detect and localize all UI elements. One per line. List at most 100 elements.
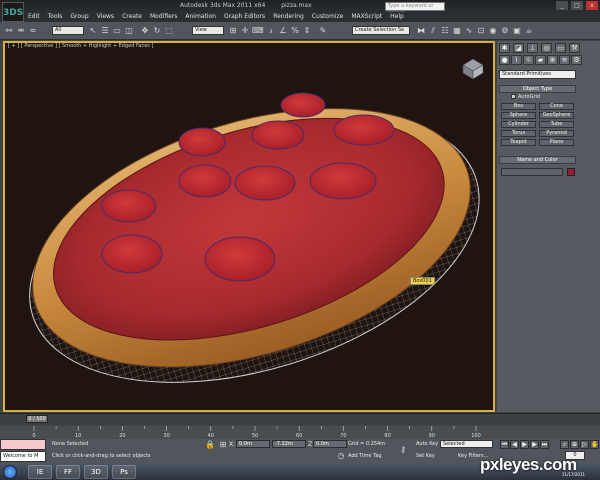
display-tab-icon[interactable]: ▭: [555, 43, 566, 53]
zoom-all-icon[interactable]: ⊕: [570, 440, 579, 449]
y-coordinate-field[interactable]: -7.22m: [272, 440, 306, 448]
percent-snap-icon[interactable]: %: [290, 25, 300, 36]
add-time-tag[interactable]: Add Time Tag: [348, 453, 382, 459]
app-logo-button[interactable]: 3DS: [2, 2, 24, 22]
play-icon[interactable]: ▶: [520, 440, 529, 449]
prev-frame-icon[interactable]: ◀: [510, 440, 519, 449]
search-input[interactable]: Type a keyword or phrase: [385, 2, 445, 16]
perspective-viewport[interactable]: [ + ] [ Perspective ] [ Smooth + Highlig…: [3, 41, 495, 412]
link-icon[interactable]: ⚯: [4, 25, 14, 36]
taskbar-3dsmax-icon[interactable]: 3D: [84, 465, 108, 479]
menu-views[interactable]: Views: [97, 13, 114, 20]
rotate-icon[interactable]: ↻: [152, 25, 162, 36]
cameras-icon[interactable]: ▰: [535, 55, 546, 65]
hierarchy-tab-icon[interactable]: ⊥: [527, 43, 538, 53]
maxscript-listener[interactable]: Welcome to M: [0, 451, 46, 462]
manipulate-icon[interactable]: ✛: [240, 25, 250, 36]
object-color-swatch[interactable]: [567, 168, 575, 176]
minimize-button[interactable]: _: [556, 1, 568, 10]
x-coordinate-field[interactable]: 0.0m: [236, 440, 270, 448]
window-crossing-icon[interactable]: ◫: [124, 25, 134, 36]
menu-graph-editors[interactable]: Graph Editors: [224, 13, 265, 20]
angle-snap-icon[interactable]: ∠: [278, 25, 288, 36]
primitive-category-dropdown[interactable]: Standard Primitives: [499, 70, 576, 79]
goto-end-icon[interactable]: ⏭: [540, 440, 549, 449]
render-setup-icon[interactable]: ⚙: [500, 25, 510, 36]
cylinder-button[interactable]: Cylinder: [501, 121, 536, 128]
z-coordinate-field[interactable]: 0.0m: [313, 440, 347, 448]
set-key-button[interactable]: Set Key: [416, 453, 435, 459]
plane-button[interactable]: Plane: [539, 139, 574, 146]
systems-icon[interactable]: ⚙: [571, 55, 582, 65]
tube-button[interactable]: Tube: [539, 121, 574, 128]
menu-tools[interactable]: Tools: [48, 13, 63, 20]
modify-tab-icon[interactable]: ◪: [513, 43, 524, 53]
field-of-view-icon[interactable]: ▷: [580, 440, 589, 449]
menu-help[interactable]: Help: [390, 13, 404, 20]
lights-icon[interactable]: ☼: [523, 55, 534, 65]
rendered-frame-icon[interactable]: ▣: [512, 25, 522, 36]
time-slider[interactable]: 0 / 100: [26, 415, 48, 423]
key-mode-dropdown[interactable]: Selected: [440, 440, 493, 448]
menu-edit[interactable]: Edit: [28, 13, 40, 20]
object-type-rollout[interactable]: Object Type: [499, 85, 576, 93]
teapot-button[interactable]: Teapot: [501, 139, 536, 146]
align-icon[interactable]: ⫽: [428, 25, 438, 36]
maximize-button[interactable]: □: [571, 1, 583, 10]
goto-start-icon[interactable]: ⏮: [500, 440, 509, 449]
box-button[interactable]: Box: [501, 103, 536, 110]
utilities-tab-icon[interactable]: ⚒: [569, 43, 580, 53]
material-editor-icon[interactable]: ◉: [488, 25, 498, 36]
key-icon[interactable]: ⚷: [398, 444, 408, 455]
orbit-icon[interactable]: ✋: [590, 440, 599, 449]
start-button[interactable]: [3, 465, 17, 479]
geometry-icon[interactable]: ●: [499, 55, 510, 65]
time-tag-icon[interactable]: ◷: [336, 450, 346, 461]
named-selection-dropdown[interactable]: Create Selection Se: [352, 26, 410, 35]
autogrid-checkbox[interactable]: AutoGrid: [511, 94, 540, 100]
torus-button[interactable]: Torus: [501, 130, 536, 137]
taskbar-firefox-icon[interactable]: FF: [56, 465, 80, 479]
close-button[interactable]: x: [586, 1, 598, 10]
reference-coordinate-dropdown[interactable]: View: [192, 26, 224, 35]
menu-maxscript[interactable]: MAXScript: [351, 13, 382, 20]
menu-group[interactable]: Group: [70, 13, 88, 20]
auto-key-button[interactable]: Auto Key: [416, 441, 438, 447]
track-bar[interactable]: 0 10 20 30 40 50 60 70 80 90 100: [0, 426, 600, 439]
menu-customize[interactable]: Customize: [312, 13, 344, 20]
object-name-field[interactable]: [501, 168, 563, 176]
spacewarps-icon[interactable]: ≋: [559, 55, 570, 65]
sphere-button[interactable]: Sphere: [501, 112, 536, 119]
selection-filter-dropdown[interactable]: All: [52, 26, 84, 35]
edit-named-selection-icon[interactable]: ✎: [318, 25, 328, 36]
unlink-icon[interactable]: ⚮: [16, 25, 26, 36]
schematic-view-icon[interactable]: ⊡: [476, 25, 486, 36]
layer-manager-icon[interactable]: ☷: [440, 25, 450, 36]
pivot-icon[interactable]: ⊞: [228, 25, 238, 36]
menu-modifiers[interactable]: Modifiers: [150, 13, 177, 20]
taskbar-ie-icon[interactable]: IE: [28, 465, 52, 479]
bind-spacewarp-icon[interactable]: ≈: [28, 25, 38, 36]
mirror-icon[interactable]: ⧓: [416, 25, 426, 36]
motion-tab-icon[interactable]: ◎: [541, 43, 552, 53]
select-by-name-icon[interactable]: ☰: [100, 25, 110, 36]
pyramid-button[interactable]: Pyramid: [539, 130, 574, 137]
shapes-icon[interactable]: ⌇: [511, 55, 522, 65]
curve-editor-icon[interactable]: ∿: [464, 25, 474, 36]
next-frame-icon[interactable]: ▶: [530, 440, 539, 449]
absolute-mode-icon[interactable]: ⊞: [218, 439, 228, 450]
rect-selection-icon[interactable]: ▭: [112, 25, 122, 36]
menu-rendering[interactable]: Rendering: [273, 13, 304, 20]
select-object-icon[interactable]: ↖: [88, 25, 98, 36]
helpers-icon[interactable]: ⊕: [547, 55, 558, 65]
zoom-icon[interactable]: ⌕: [560, 440, 569, 449]
name-color-rollout[interactable]: Name and Color: [499, 156, 576, 164]
taskbar-photoshop-icon[interactable]: Ps: [112, 465, 136, 479]
render-production-icon[interactable]: ☕: [524, 25, 534, 36]
time-slider-track[interactable]: [0, 413, 600, 425]
menu-animation[interactable]: Animation: [185, 13, 216, 20]
create-tab-icon[interactable]: ✱: [499, 43, 510, 53]
snaps-toggle-icon[interactable]: ₃: [266, 25, 276, 36]
scale-icon[interactable]: ⬚: [164, 25, 174, 36]
spinner-snap-icon[interactable]: ⇕: [302, 25, 312, 36]
